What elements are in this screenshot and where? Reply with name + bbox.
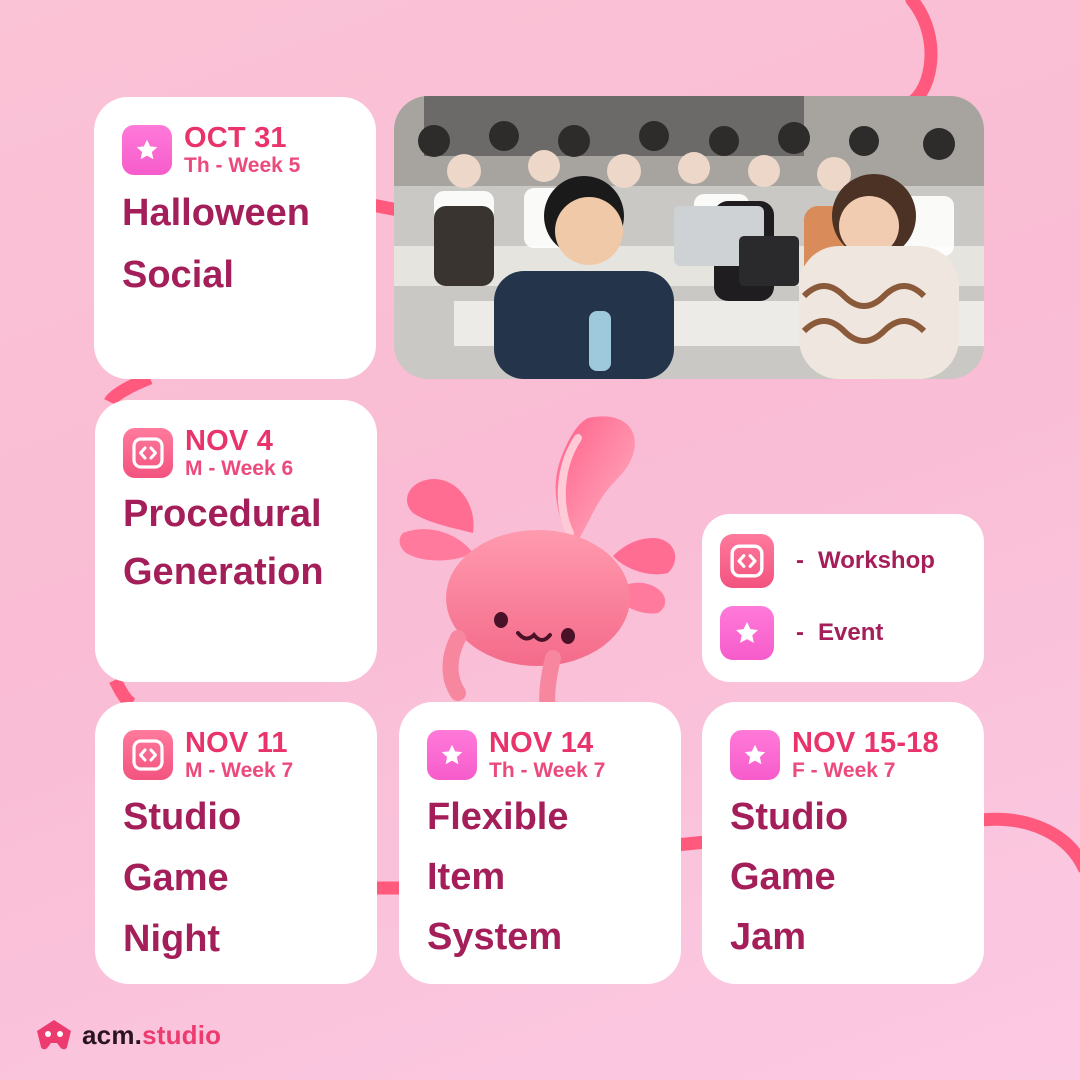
event-card-halloween-social[interactable]: OCT 31 Th - Week 5 Halloween Social [94, 97, 376, 379]
event-title: Studio Game Night [123, 787, 351, 970]
code-brackets-icon [123, 428, 173, 478]
event-title-line: Social [122, 254, 234, 296]
event-title-line: Game [730, 856, 836, 898]
gamepad-icon [37, 1020, 71, 1050]
event-title-line: System [427, 916, 563, 958]
logo-text-accent: studio [142, 1019, 222, 1050]
star-icon [427, 730, 477, 780]
legend-dash: - [796, 619, 804, 646]
acm-studio-logo[interactable]: acm.studio [34, 1018, 221, 1052]
event-title-line: Jam [730, 916, 807, 958]
legend-row-event: - Event [720, 606, 984, 660]
event-date: NOV 11 [185, 727, 288, 759]
event-title-line: Studio [730, 796, 849, 838]
legend-label-workshop: Workshop [818, 547, 935, 574]
event-card-studio-game-night[interactable]: NOV 11 M - Week 7 Studio Game Night [95, 702, 377, 984]
code-brackets-icon [720, 534, 774, 588]
event-title-line: Generation [123, 551, 324, 593]
event-weekday-week: M - Week 7 [185, 759, 294, 782]
logo-text: acm.studio [82, 1020, 221, 1051]
star-icon [730, 730, 780, 780]
code-brackets-icon [123, 730, 173, 780]
event-title-line: Flexible [427, 796, 569, 838]
event-title: Procedural Generation [123, 485, 351, 601]
legend-label-event: Event [818, 619, 884, 646]
event-title: Halloween Social [122, 182, 350, 306]
event-title-line: Halloween [122, 192, 310, 234]
legend-panel: - Workshop - Event [702, 514, 984, 682]
event-title-line: Procedural [123, 493, 322, 535]
event-title-line: Studio [123, 796, 242, 838]
event-title-line: Night [123, 918, 221, 960]
legend-dash: - [796, 547, 804, 574]
event-card-procedural-generation[interactable]: NOV 4 M - Week 6 Procedural Generation [95, 400, 377, 682]
event-title: Flexible Item System [427, 787, 655, 967]
event-date: NOV 15-18 [792, 727, 939, 759]
legend-row-workshop: - Workshop [720, 534, 984, 588]
logo-text-part: acm. [82, 1019, 143, 1050]
event-photo-audience [394, 96, 984, 379]
event-date: NOV 4 [185, 425, 274, 457]
star-icon [122, 125, 172, 175]
event-title-line: Game [123, 857, 229, 899]
star-icon [720, 606, 774, 660]
event-weekday-week: Th - Week 7 [489, 759, 606, 782]
event-weekday-week: M - Week 6 [185, 457, 294, 480]
event-card-flexible-item-system[interactable]: NOV 14 Th - Week 7 Flexible Item System [399, 702, 681, 984]
event-title: Studio Game Jam [730, 787, 958, 967]
event-card-studio-game-jam[interactable]: NOV 15-18 F - Week 7 Studio Game Jam [702, 702, 984, 984]
event-date: NOV 14 [489, 727, 594, 759]
event-title-line: Item [427, 856, 506, 898]
event-date: OCT 31 [184, 122, 287, 154]
event-weekday-week: F - Week 7 [792, 759, 896, 782]
audience-photo-illustration [394, 96, 984, 379]
axolotl-mascot-icon [399, 416, 676, 721]
event-weekday-week: Th - Week 5 [184, 154, 301, 177]
